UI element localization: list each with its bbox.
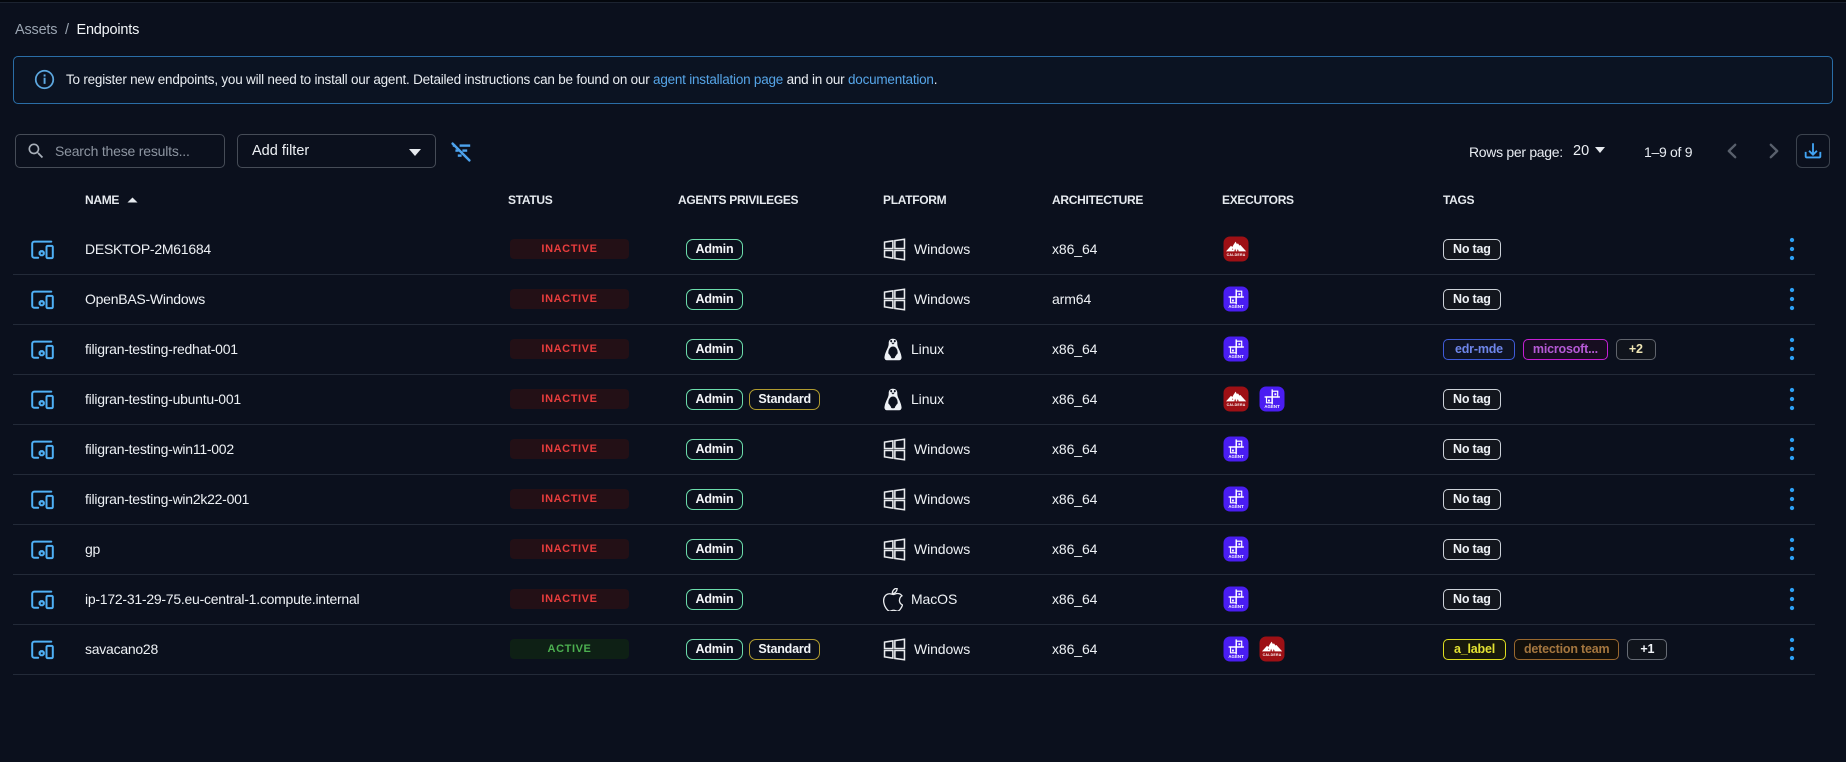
svg-text:AGENT: AGENT <box>1228 604 1244 609</box>
svg-text:AGENT: AGENT <box>1228 554 1244 559</box>
svg-text:AGENT: AGENT <box>1264 404 1280 409</box>
svg-text:CALDERA: CALDERA <box>1263 653 1282 657</box>
svg-text:AGENT: AGENT <box>1228 504 1244 509</box>
svg-text:AGENT: AGENT <box>1228 354 1244 359</box>
svg-text:CALDERA: CALDERA <box>1227 253 1246 257</box>
svg-text:AGENT: AGENT <box>1228 304 1244 309</box>
svg-text:AGENT: AGENT <box>1228 654 1244 659</box>
svg-text:AGENT: AGENT <box>1228 454 1244 459</box>
svg-text:CALDERA: CALDERA <box>1227 403 1246 407</box>
